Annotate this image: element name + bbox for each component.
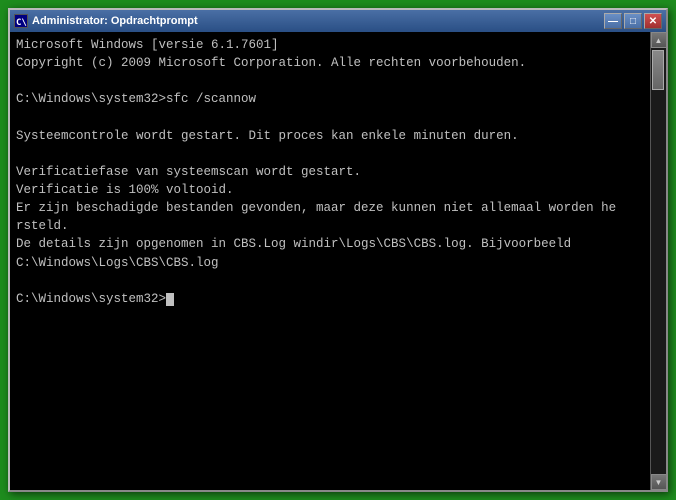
title-bar: C\ Administrator: Opdrachtprompt — □ ✕ bbox=[10, 10, 666, 32]
scroll-up-button[interactable]: ▲ bbox=[651, 32, 667, 48]
cmd-icon: C\ bbox=[14, 14, 28, 28]
title-bar-left: C\ Administrator: Opdrachtprompt bbox=[14, 14, 198, 28]
cmd-window: C\ Administrator: Opdrachtprompt — □ ✕ M… bbox=[8, 8, 668, 492]
close-button[interactable]: ✕ bbox=[644, 13, 662, 29]
terminal-content[interactable]: Microsoft Windows [versie 6.1.7601] Copy… bbox=[10, 32, 650, 490]
cursor bbox=[166, 293, 174, 306]
terminal-output: Microsoft Windows [versie 6.1.7601] Copy… bbox=[16, 36, 644, 308]
scroll-thumb[interactable] bbox=[652, 50, 664, 90]
svg-text:C\: C\ bbox=[16, 18, 27, 27]
scroll-down-button[interactable]: ▼ bbox=[651, 474, 667, 490]
scrollbar: ▲ ▼ bbox=[650, 32, 666, 490]
scroll-track[interactable] bbox=[651, 48, 666, 474]
terminal-container: Microsoft Windows [versie 6.1.7601] Copy… bbox=[10, 32, 666, 490]
window-title: Administrator: Opdrachtprompt bbox=[32, 15, 198, 27]
title-bar-buttons: — □ ✕ bbox=[604, 13, 662, 29]
minimize-button[interactable]: — bbox=[604, 13, 622, 29]
maximize-button[interactable]: □ bbox=[624, 13, 642, 29]
